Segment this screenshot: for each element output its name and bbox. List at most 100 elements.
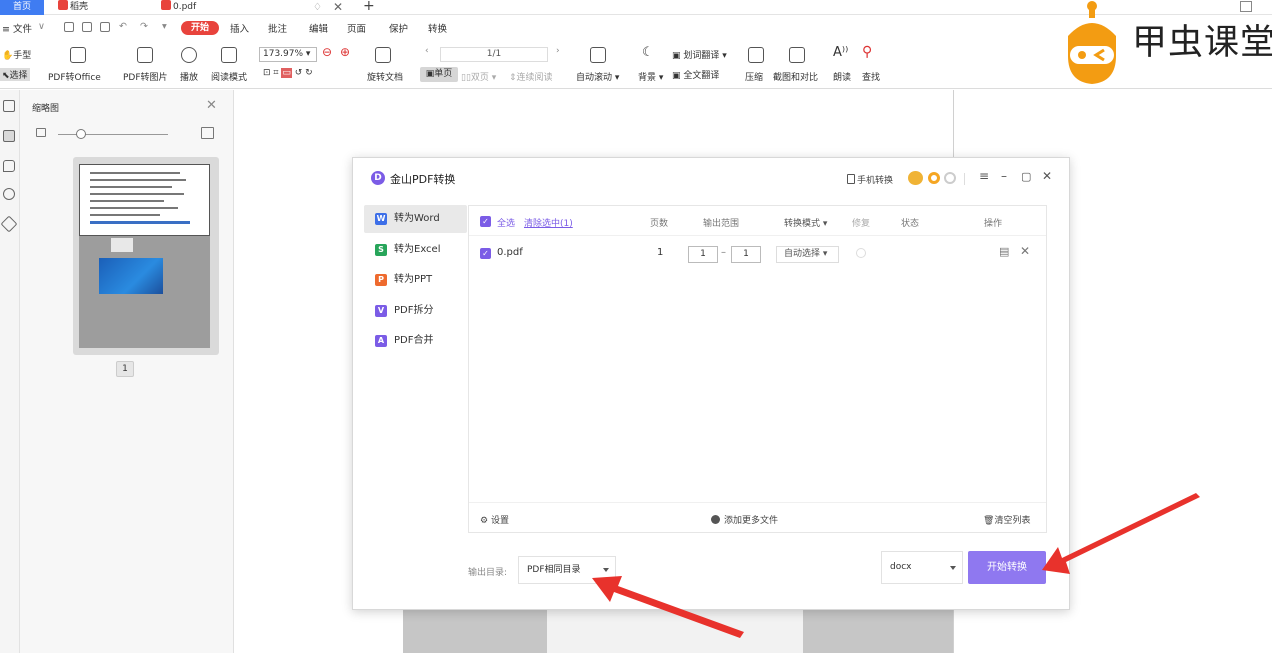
select-all-checkbox[interactable]: ✓ bbox=[480, 216, 491, 227]
search-icon[interactable]: ⚲ bbox=[862, 44, 872, 60]
menu-edit[interactable]: 编辑 bbox=[309, 21, 328, 35]
large-image-icon[interactable] bbox=[201, 127, 214, 139]
menu-page[interactable]: 页面 bbox=[347, 21, 366, 35]
rotate-icon[interactable] bbox=[375, 47, 391, 63]
find-button[interactable]: 查找 bbox=[862, 70, 880, 83]
sidebar-item-pdf-merge[interactable]: A PDF合并 bbox=[364, 327, 467, 355]
pin-icon[interactable]: ♢ bbox=[313, 0, 322, 15]
phone-convert-button[interactable]: 手机转换 bbox=[847, 173, 893, 186]
tab-document[interactable]: 0.pdf bbox=[157, 0, 307, 15]
play-icon[interactable] bbox=[181, 47, 197, 63]
auto-scroll-button[interactable]: 自动滚动 ▾ bbox=[576, 70, 619, 83]
page-thumbnail[interactable] bbox=[73, 157, 219, 355]
new-tab-button[interactable]: + bbox=[363, 0, 375, 14]
range-from-input[interactable]: 1 bbox=[688, 246, 718, 263]
menu-insert[interactable]: 插入 bbox=[230, 21, 249, 35]
menu-start[interactable]: 开始 bbox=[181, 21, 219, 35]
mode-select[interactable]: 自动选择 ▾ bbox=[776, 246, 839, 263]
table-row[interactable]: ✓ 0.pdf 1 1 – 1 自动选择 ▾ ▤ ✕ bbox=[469, 237, 1046, 269]
maximize-icon[interactable]: ▢ bbox=[1021, 170, 1031, 183]
menu-annotate[interactable]: 批注 bbox=[268, 21, 287, 35]
fit-page-icons[interactable]: ⊡ ⌗ ▭ ↺ ↻ bbox=[263, 68, 313, 78]
double-page-button[interactable]: ▯▯双页 ▾ bbox=[461, 70, 496, 83]
continuous-read-button[interactable]: ⇕连续阅读 bbox=[509, 70, 553, 83]
page-indicator[interactable]: 1/1 bbox=[440, 47, 548, 62]
zoom-in-icon[interactable]: ⊕ bbox=[340, 45, 350, 59]
tab-daoke[interactable]: 稻壳 bbox=[54, 0, 144, 15]
open-icon[interactable] bbox=[64, 22, 74, 32]
slider-handle[interactable] bbox=[76, 129, 86, 139]
pdf-to-office-icon[interactable] bbox=[70, 47, 86, 63]
minimize-icon[interactable]: – bbox=[1001, 169, 1007, 183]
zoom-select[interactable]: 173.97% ▾ bbox=[259, 47, 317, 62]
compress-icon[interactable] bbox=[748, 47, 764, 63]
coin-icon[interactable] bbox=[928, 172, 940, 184]
word-translate-button[interactable]: ▣ 划词翻译 ▾ bbox=[672, 48, 727, 61]
thumbnail-size-slider[interactable] bbox=[58, 134, 168, 135]
select-all-label[interactable]: 全选 bbox=[497, 216, 515, 229]
menu-convert[interactable]: 转换 bbox=[428, 21, 447, 35]
redo-icon[interactable]: ↷ bbox=[140, 21, 148, 32]
rotate-button[interactable]: 旋转文档 bbox=[367, 70, 403, 83]
output-dir-select[interactable]: PDF相同目录 bbox=[518, 556, 616, 584]
sidebar-item-to-excel[interactable]: S 转为Excel bbox=[364, 236, 467, 264]
close-icon[interactable]: ✕ bbox=[1042, 169, 1052, 183]
book-icon[interactable] bbox=[221, 47, 237, 63]
select-tool[interactable]: ⬉选择 bbox=[0, 68, 30, 81]
play-button[interactable]: 播放 bbox=[180, 70, 198, 83]
signature-icon[interactable] bbox=[0, 215, 18, 233]
pdf-to-office-button[interactable]: PDF转Office bbox=[48, 70, 101, 83]
tab-home[interactable]: 首页 bbox=[0, 0, 44, 15]
format-select[interactable]: docx bbox=[881, 551, 963, 584]
pdf-to-image-button[interactable]: PDF转图片 bbox=[123, 70, 168, 83]
single-page-button[interactable]: ▣单页 bbox=[420, 67, 458, 82]
zoom-out-icon[interactable]: ⊖ bbox=[322, 45, 332, 59]
close-icon[interactable]: ✕ bbox=[206, 98, 217, 113]
avatar[interactable] bbox=[908, 171, 923, 185]
moon-icon[interactable]: ☾ bbox=[642, 45, 654, 60]
print-icon[interactable] bbox=[100, 22, 110, 32]
file-icon[interactable]: ▤ bbox=[999, 245, 1009, 258]
compress-button[interactable]: 压缩 bbox=[745, 70, 763, 83]
sidebar-item-to-word[interactable]: W 转为Word bbox=[364, 205, 467, 233]
menu-protect[interactable]: 保护 bbox=[389, 21, 408, 35]
chevron-down-icon[interactable]: ∨ bbox=[38, 21, 45, 32]
screenshot-icon[interactable] bbox=[789, 47, 805, 63]
range-to-input[interactable]: 1 bbox=[731, 246, 761, 263]
hand-tool[interactable]: ✋手型 bbox=[2, 48, 31, 61]
start-convert-button[interactable]: 开始转换 bbox=[968, 551, 1046, 584]
save-icon[interactable] bbox=[82, 22, 92, 32]
clear-list-button[interactable]: 🗑清空列表 bbox=[983, 513, 1030, 526]
more-icon[interactable]: ▾ bbox=[162, 21, 167, 32]
background-button[interactable]: 背景 ▾ bbox=[638, 70, 663, 83]
thumbnail-icon[interactable] bbox=[3, 130, 15, 142]
bookmark-icon[interactable] bbox=[3, 100, 15, 112]
menu-icon[interactable]: ≡ bbox=[979, 169, 989, 183]
add-more-files-button[interactable]: 添加更多文件 bbox=[711, 513, 778, 526]
window-layout-icon[interactable] bbox=[1240, 1, 1252, 12]
clear-selected-link[interactable]: 清除选中(1) bbox=[524, 216, 573, 229]
small-image-icon[interactable] bbox=[36, 128, 46, 137]
repair-toggle[interactable] bbox=[856, 248, 866, 258]
next-page-icon[interactable]: › bbox=[556, 46, 560, 56]
auto-scroll-icon[interactable] bbox=[590, 47, 606, 63]
full-translate-button[interactable]: ▣ 全文翻译 bbox=[672, 68, 719, 81]
menu-file[interactable]: ≡ 文件 bbox=[2, 21, 32, 35]
remove-icon[interactable]: ✕ bbox=[1020, 244, 1030, 258]
read-mode-button[interactable]: 阅读模式 bbox=[211, 70, 247, 83]
row-checkbox[interactable]: ✓ bbox=[480, 248, 491, 259]
vip-icon[interactable] bbox=[944, 172, 956, 184]
read-aloud-button[interactable]: 朗读 bbox=[833, 70, 851, 83]
undo-icon[interactable]: ↶ bbox=[119, 21, 127, 32]
prev-page-icon[interactable]: ‹ bbox=[425, 46, 429, 56]
header-mode-dropdown[interactable]: 转换模式 ▾ bbox=[784, 216, 827, 229]
settings-button[interactable]: ⚙ 设置 bbox=[480, 513, 509, 526]
sidebar-item-pdf-split[interactable]: V PDF拆分 bbox=[364, 297, 467, 325]
close-tab-icon[interactable]: ✕ bbox=[333, 0, 343, 14]
screenshot-compare-button[interactable]: 截图和对比 bbox=[773, 70, 818, 83]
pdf-to-image-icon[interactable] bbox=[137, 47, 153, 63]
sidebar-item-to-ppt[interactable]: P 转为PPT bbox=[364, 266, 467, 294]
read-aloud-icon[interactable]: A⁾⁾ bbox=[833, 45, 848, 60]
attachment-icon[interactable] bbox=[3, 188, 15, 200]
comment-icon[interactable] bbox=[3, 160, 15, 172]
